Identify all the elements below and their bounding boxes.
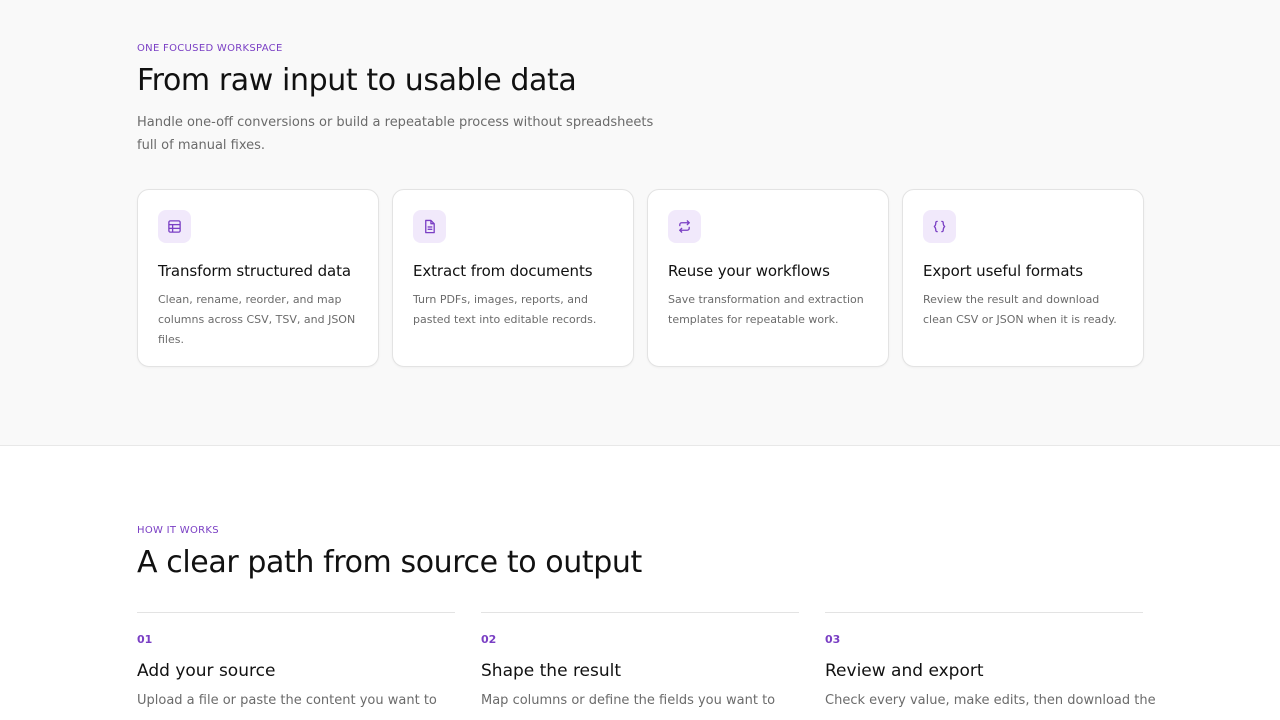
step-title: Review and export [825, 661, 984, 681]
step-desc: Check every value, make edits, then down… [825, 693, 1156, 708]
steps-list: 01 Add your source Upload a file or past… [137, 612, 1156, 711]
feature-card-desc: Review the result and download clean CSV… [923, 293, 1117, 326]
how-eyebrow: HOW IT WORKS [137, 525, 219, 536]
how-it-works-section: HOW IT WORKS A clear path from source to… [0, 446, 1280, 720]
step-title: Add your source [137, 661, 276, 681]
braces-icon [923, 210, 956, 243]
feature-card-title: Extract from documents [413, 262, 593, 280]
step-desc: Upload a file or paste the content you w… [137, 693, 437, 708]
features-lead: Handle one-off conversions or build a re… [137, 115, 654, 153]
document-icon [413, 210, 446, 243]
feature-card-title: Reuse your workflows [668, 262, 830, 280]
step-number: 02 [481, 633, 497, 646]
step-number: 03 [825, 633, 841, 646]
feature-cards: Transform structured data Clean, rename,… [137, 189, 1144, 367]
features-eyebrow: ONE FOCUSED WORKSPACE [137, 43, 283, 54]
how-title: A clear path from source to output [137, 545, 642, 580]
features-section: ONE FOCUSED WORKSPACE From raw input to … [0, 0, 1280, 446]
feature-card-export: Export useful formats Review the result … [902, 189, 1144, 367]
feature-card-reuse: Reuse your workflows Save transformation… [647, 189, 889, 367]
feature-card-title: Transform structured data [158, 262, 352, 280]
features-title: From raw input to usable data [137, 63, 577, 98]
repeat-icon [668, 210, 701, 243]
step-title: Shape the result [481, 661, 622, 681]
feature-card-transform: Transform structured data Clean, rename,… [137, 189, 379, 367]
step-number: 01 [137, 633, 153, 646]
step-item: 01 Add your source Upload a file or past… [137, 612, 455, 711]
feature-card-desc: Clean, rename, reorder, and map columns … [158, 293, 356, 346]
step-item: 02 Shape the result Map columns or defin… [481, 612, 799, 711]
feature-card-title: Export useful formats [923, 262, 1083, 280]
step-item: 03 Review and export Check every value, … [825, 612, 1156, 711]
feature-card-desc: Save transformation and extraction templ… [668, 293, 864, 326]
feature-card-extract: Extract from documents Turn PDFs, images… [392, 189, 634, 367]
table-icon [158, 210, 191, 243]
step-desc: Map columns or define the fields you wan… [481, 693, 776, 708]
feature-card-desc: Turn PDFs, images, reports, and pasted t… [413, 293, 597, 326]
